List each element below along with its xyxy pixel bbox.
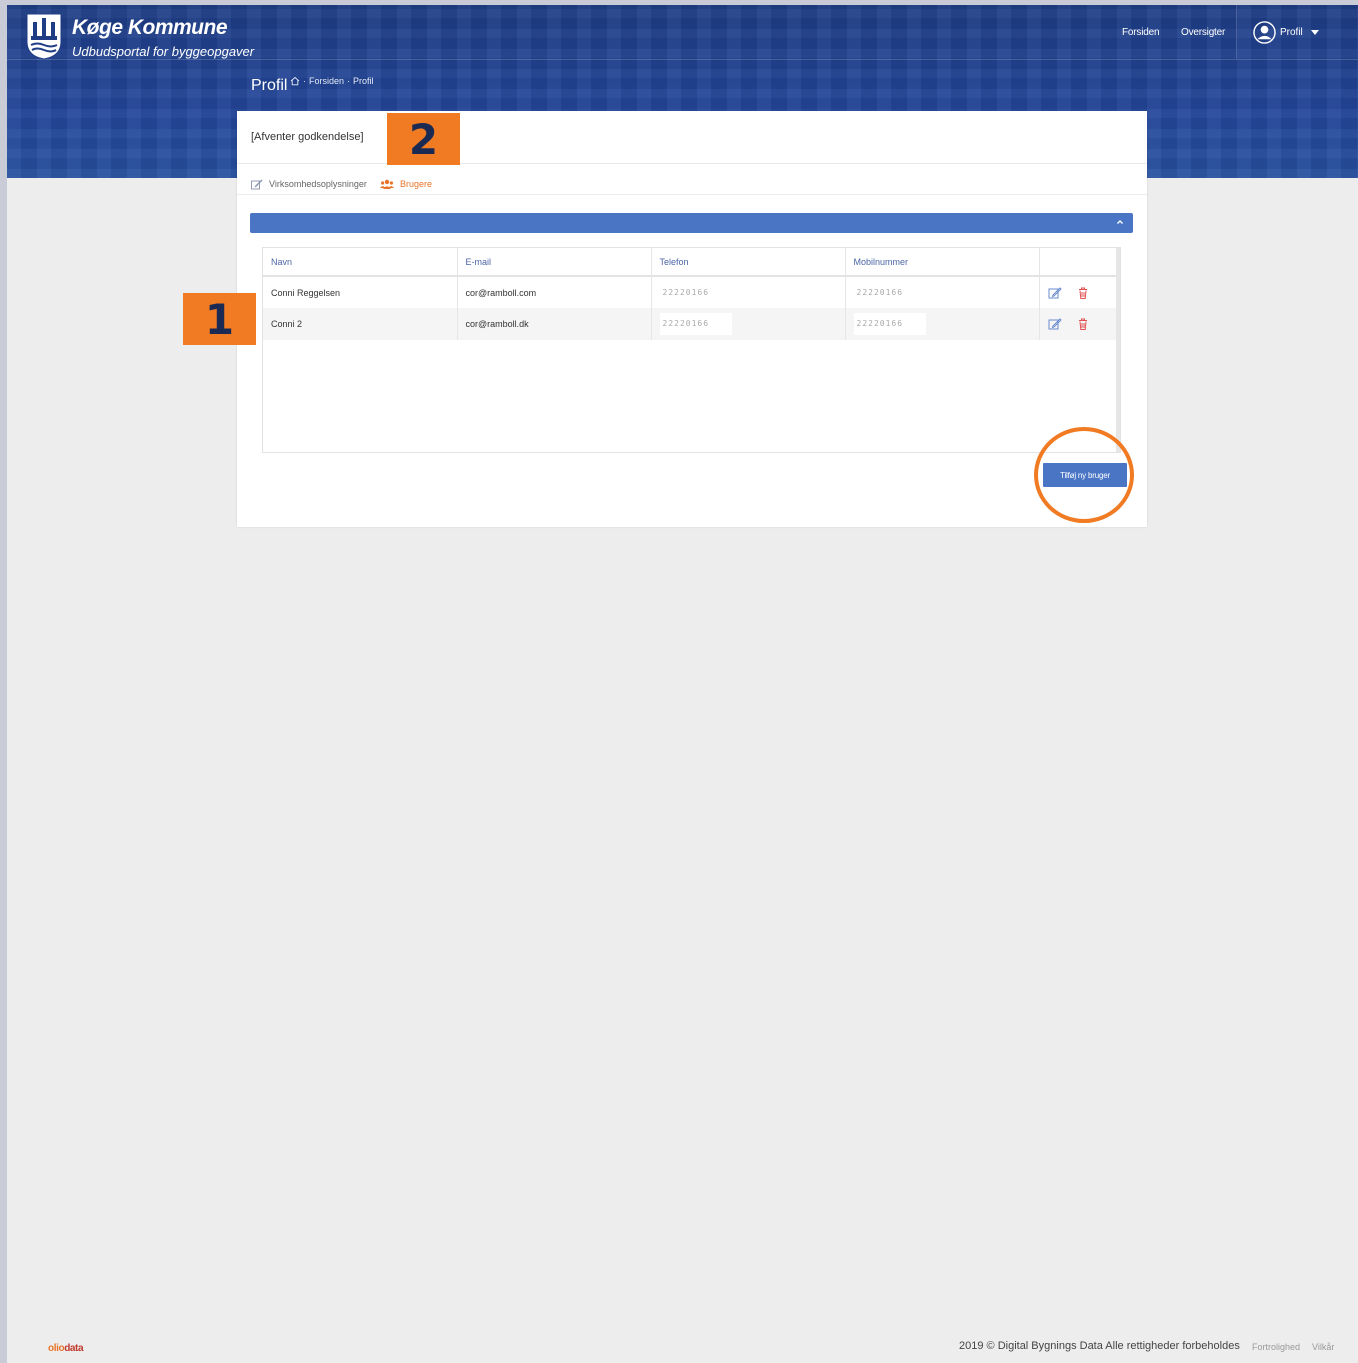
users-panel-header[interactable] bbox=[250, 213, 1133, 233]
table-row: Conni Reggelsen cor@ramboll.com 22220166… bbox=[263, 276, 1119, 308]
card-divider bbox=[237, 163, 1147, 164]
profile-label: Profil bbox=[1280, 26, 1303, 38]
masked-phone: 22220166 bbox=[659, 313, 732, 335]
callout-badge-1: 1 bbox=[183, 293, 256, 345]
nav-forsiden-link[interactable]: Forsiden bbox=[1122, 27, 1160, 38]
table-scrollbar[interactable] bbox=[1116, 248, 1120, 452]
tab-label: Virksomhedsoplysninger bbox=[269, 179, 367, 189]
callout-badge-2: 2 bbox=[387, 113, 460, 165]
footer-terms-link[interactable]: Vilkår bbox=[1312, 1342, 1334, 1352]
breadcrumb-separator: · bbox=[347, 76, 351, 86]
trash-icon[interactable] bbox=[1076, 317, 1090, 331]
tab-label: Brugere bbox=[400, 178, 433, 189]
breadcrumb-current: Profil bbox=[353, 76, 374, 86]
masked-mobile: 22220166 bbox=[853, 281, 926, 304]
profile-card: [Afventer godkendelse] Virksomhedsoplysn… bbox=[237, 111, 1147, 527]
topbar-divider bbox=[7, 59, 1358, 60]
users-table: Navn E-mail Telefon Mobilnummer Conni Re… bbox=[262, 247, 1121, 453]
masked-phone: 22220166 bbox=[659, 281, 732, 304]
nav-oversigter-link[interactable]: Oversigter bbox=[1181, 27, 1225, 38]
window-frame-left bbox=[0, 0, 7, 1363]
column-header-email[interactable]: E-mail bbox=[457, 248, 652, 277]
breadcrumb: · Forsiden · Profil bbox=[290, 76, 374, 86]
brand-name[interactable]: Køge Kommune bbox=[72, 16, 228, 40]
cell-email: cor@ramboll.com bbox=[457, 276, 652, 308]
home-icon[interactable] bbox=[290, 76, 300, 86]
masked-mobile: 22220166 bbox=[853, 313, 926, 335]
footer-privacy-link[interactable]: Fortrolighed bbox=[1252, 1342, 1300, 1352]
brand-subtitle: Udbudsportal for byggeopgaver bbox=[72, 44, 255, 59]
cell-navn: Conni Reggelsen bbox=[263, 276, 458, 308]
cell-email: cor@ramboll.dk bbox=[457, 308, 652, 340]
logo-part-a: olio bbox=[48, 1343, 65, 1354]
edit-icon[interactable] bbox=[1048, 286, 1062, 300]
approval-status: [Afventer godkendelse] bbox=[251, 131, 364, 143]
edit-icon[interactable] bbox=[1048, 317, 1062, 331]
column-header-mobilnummer[interactable]: Mobilnummer bbox=[845, 248, 1040, 277]
olio-data-logo[interactable]: oliodata bbox=[48, 1343, 84, 1354]
profile-menu[interactable]: Profil bbox=[1253, 20, 1319, 44]
edit-icon bbox=[251, 179, 263, 189]
table-row: Conni 2 cor@ramboll.dk 22220166 22220166 bbox=[263, 308, 1119, 340]
chevron-up-icon[interactable] bbox=[1115, 217, 1125, 227]
trash-icon[interactable] bbox=[1076, 286, 1090, 300]
tab-virksomhedsoplysninger[interactable]: Virksomhedsoplysninger bbox=[251, 173, 367, 195]
cell-telefon: 22220166 bbox=[651, 276, 846, 308]
cell-actions bbox=[1039, 308, 1119, 340]
column-header-telefon[interactable]: Telefon bbox=[651, 248, 846, 277]
tabs-divider bbox=[237, 194, 1147, 195]
user-avatar-icon bbox=[1253, 20, 1276, 44]
breadcrumb-forsiden[interactable]: Forsiden bbox=[309, 76, 344, 86]
cell-telefon: 22220166 bbox=[651, 308, 846, 340]
breadcrumb-separator: · bbox=[303, 76, 306, 86]
annotation-circle bbox=[1034, 427, 1134, 523]
cell-navn: Conni 2 bbox=[263, 308, 458, 340]
column-header-navn[interactable]: Navn bbox=[263, 248, 458, 277]
tab-brugere[interactable]: Brugere bbox=[380, 173, 433, 195]
page-title: Profil bbox=[251, 77, 288, 94]
cell-actions bbox=[1039, 276, 1119, 308]
nav-separator bbox=[1236, 5, 1237, 59]
logo-part-b: data bbox=[64, 1343, 84, 1354]
cell-mobil: 22220166 bbox=[845, 276, 1040, 308]
caret-down-icon bbox=[1310, 29, 1319, 35]
cell-mobil: 22220166 bbox=[845, 308, 1040, 340]
footer-copyright: 2019 © Digital Bygnings Data Alle rettig… bbox=[959, 1340, 1240, 1352]
users-icon bbox=[380, 179, 394, 189]
koge-crest-icon[interactable] bbox=[25, 12, 63, 60]
column-header-actions bbox=[1039, 248, 1119, 277]
